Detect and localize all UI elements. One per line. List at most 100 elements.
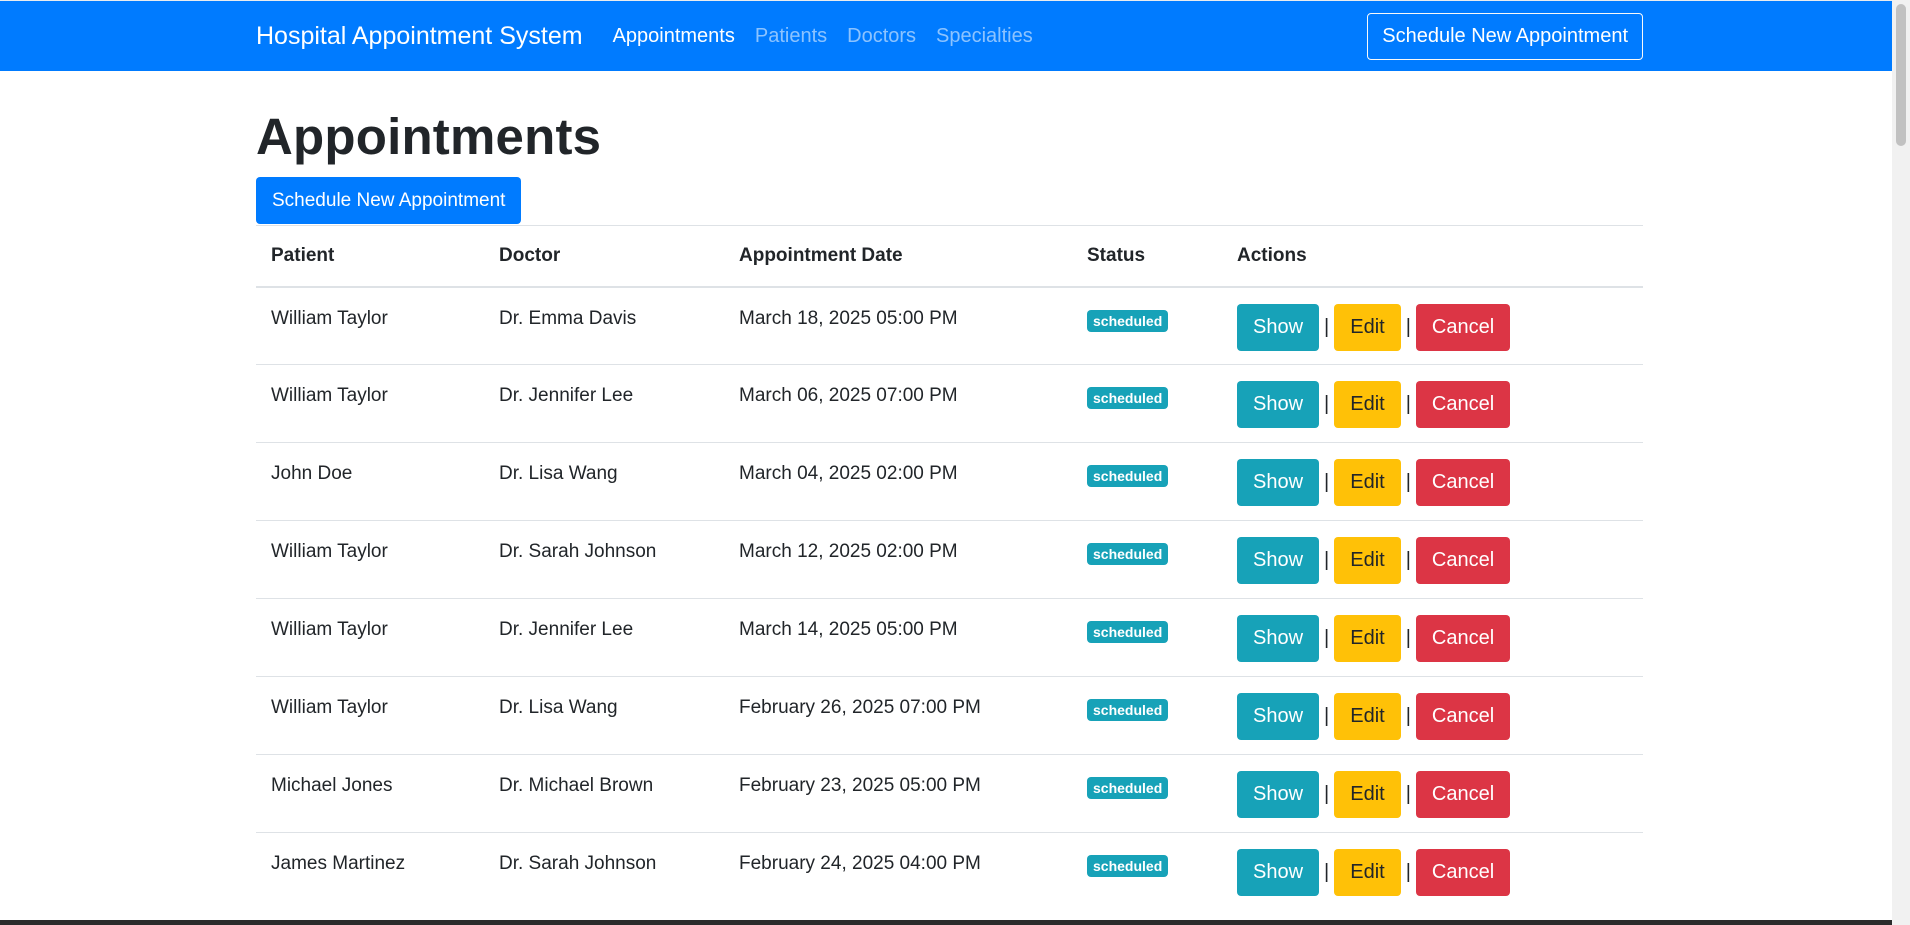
show-button[interactable]: Show (1237, 459, 1320, 506)
action-separator: | (1324, 783, 1330, 805)
actions-cell: Show | Edit | Cancel (1222, 676, 1643, 755)
doctor-cell: Dr. Lisa Wang (484, 442, 724, 521)
vertical-scrollbar[interactable] (1892, 0, 1910, 925)
table-row: Michael Jones Dr. Michael Brown February… (256, 754, 1643, 833)
actions-cell: Show | Edit | Cancel (1222, 832, 1643, 911)
column-header-appointment-date: Appointment Date (724, 225, 1072, 288)
status-cell: scheduled (1072, 676, 1222, 755)
status-badge: scheduled (1087, 855, 1169, 877)
table-row: John Doe Dr. Lisa Wang March 04, 2025 02… (256, 442, 1643, 521)
edit-button[interactable]: Edit (1334, 303, 1401, 351)
show-button[interactable]: Show (1237, 537, 1320, 584)
edit-button[interactable]: Edit (1334, 615, 1401, 662)
action-separator: | (1405, 627, 1411, 649)
actions-cell: Show | Edit | Cancel (1222, 598, 1643, 677)
show-button[interactable]: Show (1237, 849, 1320, 896)
cancel-button[interactable]: Cancel (1415, 537, 1511, 584)
nav-link-specialties[interactable]: Specialties (936, 25, 1033, 48)
action-separator: | (1324, 471, 1330, 493)
action-separator: | (1324, 627, 1330, 649)
appointment-date-cell: March 06, 2025 07:00 PM (724, 364, 1072, 443)
table-row: William Taylor Dr. Lisa Wang February 26… (256, 676, 1643, 755)
navbar: Hospital Appointment System Appointments… (0, 0, 1892, 71)
nav-link-appointments[interactable]: Appointments (613, 25, 735, 48)
status-badge: scheduled (1087, 309, 1169, 332)
status-cell: scheduled (1072, 598, 1222, 677)
actions-cell: Show | Edit | Cancel (1222, 442, 1643, 521)
patient-cell: William Taylor (256, 520, 484, 599)
actions-cell: Show | Edit | Cancel (1222, 520, 1643, 599)
bottom-edge-strip (0, 920, 1892, 925)
doctor-cell: Dr. Sarah Johnson (484, 832, 724, 911)
cancel-button[interactable]: Cancel (1415, 693, 1511, 740)
show-button[interactable]: Show (1237, 381, 1320, 428)
action-separator: | (1405, 783, 1411, 805)
actions-cell: Show | Edit | Cancel (1222, 286, 1643, 365)
status-cell: scheduled (1072, 364, 1222, 443)
table-row: William Taylor Dr. Jennifer Lee March 06… (256, 364, 1643, 443)
status-badge: scheduled (1087, 621, 1169, 643)
appointment-date-cell: March 12, 2025 02:00 PM (724, 520, 1072, 599)
action-separator: | (1324, 549, 1330, 571)
table-row: William Taylor Dr. Emma Davis March 18, … (256, 286, 1643, 365)
doctor-cell: Dr. Sarah Johnson (484, 520, 724, 599)
patient-cell: Michael Jones (256, 754, 484, 833)
appointment-date-cell: March 14, 2025 05:00 PM (724, 598, 1072, 677)
schedule-new-appointment-button[interactable]: Schedule New Appointment (256, 177, 522, 224)
cancel-button[interactable]: Cancel (1415, 849, 1511, 896)
status-badge: scheduled (1087, 543, 1169, 565)
table-header-row: Patient Doctor Appointment Date Status A… (256, 225, 1643, 288)
table-row: William Taylor Dr. Jennifer Lee March 14… (256, 598, 1643, 677)
navbar-inner: Hospital Appointment System Appointments… (256, 1, 1643, 72)
appointment-date-cell: February 26, 2025 07:00 PM (724, 676, 1072, 755)
doctor-cell: Dr. Michael Brown (484, 754, 724, 833)
edit-button[interactable]: Edit (1334, 537, 1401, 584)
cancel-button[interactable]: Cancel (1415, 771, 1511, 818)
table-row: William Taylor Dr. Sarah Johnson March 1… (256, 520, 1643, 599)
status-cell: scheduled (1072, 754, 1222, 833)
action-separator: | (1405, 549, 1411, 571)
patient-cell: William Taylor (256, 598, 484, 677)
status-badge: scheduled (1087, 777, 1169, 799)
action-separator: | (1405, 861, 1411, 883)
cancel-button[interactable]: Cancel (1415, 303, 1511, 351)
cancel-button[interactable]: Cancel (1415, 615, 1511, 662)
nav-link-patients[interactable]: Patients (755, 25, 827, 48)
column-header-doctor: Doctor (484, 225, 724, 288)
row-actions: Show | Edit | Cancel (1237, 459, 1628, 506)
edit-button[interactable]: Edit (1334, 459, 1401, 506)
row-actions: Show | Edit | Cancel (1237, 693, 1628, 740)
action-separator: | (1405, 315, 1411, 338)
nav-link-doctors[interactable]: Doctors (847, 25, 916, 48)
action-separator: | (1324, 393, 1330, 415)
appointment-date-cell: February 23, 2025 05:00 PM (724, 754, 1072, 833)
cancel-button[interactable]: Cancel (1415, 459, 1511, 506)
status-cell: scheduled (1072, 832, 1222, 911)
navbar-schedule-appointment-button[interactable]: Schedule New Appointment (1367, 13, 1643, 60)
row-actions: Show | Edit | Cancel (1237, 771, 1628, 818)
edit-button[interactable]: Edit (1334, 849, 1401, 896)
scrollbar-thumb[interactable] (1896, 4, 1906, 146)
edit-button[interactable]: Edit (1334, 693, 1401, 740)
edit-button[interactable]: Edit (1334, 771, 1401, 818)
row-actions: Show | Edit | Cancel (1237, 303, 1628, 351)
cancel-button[interactable]: Cancel (1415, 381, 1511, 428)
show-button[interactable]: Show (1237, 693, 1320, 740)
action-separator: | (1324, 861, 1330, 883)
actions-cell: Show | Edit | Cancel (1222, 364, 1643, 443)
show-button[interactable]: Show (1237, 615, 1320, 662)
actions-cell: Show | Edit | Cancel (1222, 754, 1643, 833)
row-actions: Show | Edit | Cancel (1237, 381, 1628, 428)
navbar-brand[interactable]: Hospital Appointment System (256, 22, 583, 51)
appointment-date-cell: March 18, 2025 05:00 PM (724, 286, 1072, 365)
patient-cell: John Doe (256, 442, 484, 521)
doctor-cell: Dr. Jennifer Lee (484, 598, 724, 677)
show-button[interactable]: Show (1237, 303, 1320, 351)
edit-button[interactable]: Edit (1334, 381, 1401, 428)
column-header-actions: Actions (1222, 225, 1643, 288)
status-cell: scheduled (1072, 520, 1222, 599)
row-actions: Show | Edit | Cancel (1237, 537, 1628, 584)
show-button[interactable]: Show (1237, 771, 1320, 818)
row-actions: Show | Edit | Cancel (1237, 849, 1628, 896)
status-cell: scheduled (1072, 286, 1222, 365)
